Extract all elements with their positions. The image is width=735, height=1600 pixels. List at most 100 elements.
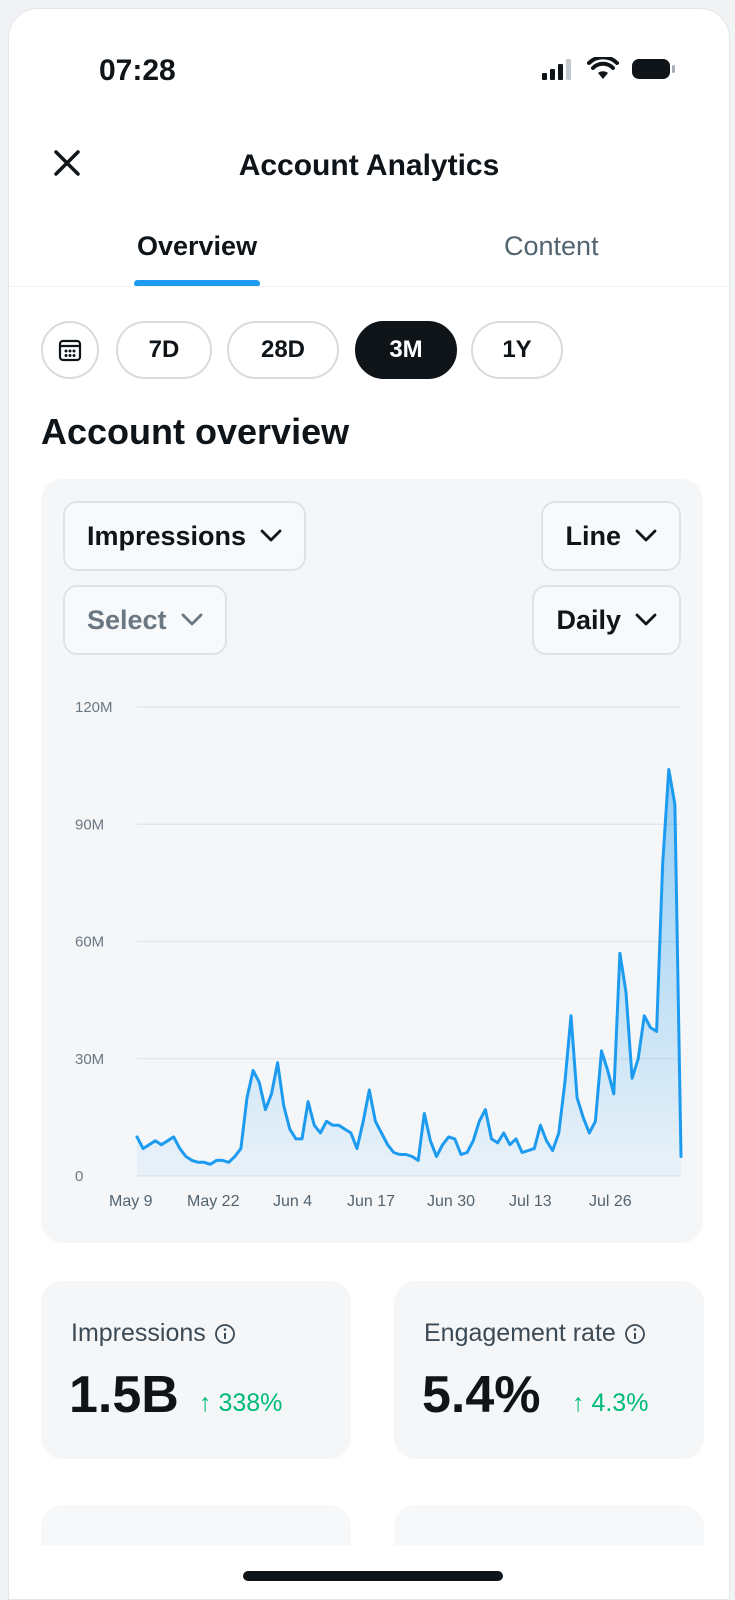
data-point [600,1049,604,1053]
data-point [563,1080,567,1084]
data-point [422,1112,426,1116]
calendar-icon [58,339,82,362]
tab-content[interactable]: Content [504,231,599,262]
impressions-stat-change: ↑ 338% [199,1389,283,1417]
data-point [288,1127,292,1131]
stat-card-partial [394,1505,704,1545]
data-point [233,1155,237,1159]
data-point [276,1061,280,1065]
data-point [263,1108,267,1112]
data-point [294,1137,298,1141]
data-point [679,1155,683,1159]
data-point [453,1137,457,1141]
info-icon[interactable] [624,1323,646,1345]
engagement-rate-stat-card[interactable]: Engagement rate 5.4% ↑ 4.3% [394,1281,704,1459]
data-point [184,1155,188,1159]
data-point [147,1143,151,1147]
data-point [490,1137,494,1141]
data-point [514,1137,518,1141]
data-point [551,1149,555,1153]
data-point [202,1160,206,1164]
data-point [355,1147,359,1151]
data-point [135,1135,139,1139]
data-point [300,1137,304,1141]
engagement-stat-change: ↑ 4.3% [572,1389,649,1417]
range-1y-button[interactable]: 1Y [471,321,563,379]
data-point [520,1151,524,1155]
data-point [208,1162,212,1166]
tab-overview[interactable]: Overview [137,231,257,262]
data-point [386,1143,390,1147]
data-point [441,1143,445,1147]
data-point [325,1119,329,1123]
home-indicator [243,1571,503,1581]
y-tick-label: 0 [75,1168,83,1185]
data-point [392,1151,396,1155]
data-point [318,1131,322,1135]
data-point [587,1131,591,1135]
data-point [459,1153,463,1157]
data-point [618,951,622,955]
stat-card-partial [41,1505,351,1545]
data-point [282,1104,286,1108]
data-point [648,1026,652,1030]
data-point [502,1131,506,1135]
range-3m-button[interactable]: 3M [355,321,457,379]
data-point [624,990,628,994]
data-point [172,1135,176,1139]
data-point [178,1147,182,1151]
data-point [642,1014,646,1018]
impressions-stat-label: Impressions [71,1319,206,1347]
impressions-stat-label-row: Impressions [71,1319,236,1348]
data-point [673,803,677,807]
engagement-stat-value: 5.4% [422,1366,541,1424]
cellular-signal-icon [542,59,571,80]
data-point [471,1139,475,1143]
data-point [239,1147,243,1151]
data-point [404,1153,408,1157]
series-area [137,769,681,1176]
data-point [545,1139,549,1143]
data-point [380,1131,384,1135]
impressions-stat-card[interactable]: Impressions 1.5B ↑ 338% [41,1281,351,1459]
data-point [343,1127,347,1131]
impressions-chart[interactable]: 0 30M 60M 90M 120M May 9 May 22 Jun 4 Jun 17 Jun… [41,479,703,1243]
data-point [416,1158,420,1162]
data-point [196,1160,200,1164]
battery-icon [632,59,675,79]
data-point [153,1139,157,1143]
range-28d-button[interactable]: 28D [227,321,339,379]
app-screen: 07:28 Account Analytics Overview Content [8,8,730,1600]
y-tick-label: 120M [75,699,113,716]
data-point [532,1147,536,1151]
x-tick-label: Jun 4 [273,1193,312,1210]
data-point [428,1139,432,1143]
data-point [227,1160,231,1164]
range-7d-button[interactable]: 7D [116,321,212,379]
data-point [655,1029,659,1033]
section-title: Account overview [41,411,350,452]
data-point [141,1147,145,1151]
calendar-button[interactable] [41,321,99,379]
data-point [367,1088,371,1092]
data-point [477,1119,481,1123]
x-tick-label: Jun 30 [427,1193,475,1210]
wifi-icon [587,57,619,79]
engagement-stat-label-row: Engagement rate [424,1319,646,1348]
x-tick-label: May 22 [187,1193,240,1210]
impressions-stat-value: 1.5B [69,1366,179,1424]
data-point [215,1158,219,1162]
info-icon[interactable] [214,1323,236,1345]
data-point [306,1100,310,1104]
data-point [435,1155,439,1159]
y-tick-label: 30M [75,1051,104,1068]
data-point [337,1123,341,1127]
data-point [569,1014,573,1018]
data-point [581,1115,585,1119]
data-point [159,1143,163,1147]
data-point [270,1092,274,1096]
data-point [508,1143,512,1147]
data-point [410,1155,414,1159]
engagement-stat-label: Engagement rate [424,1319,616,1347]
data-point [496,1141,500,1145]
